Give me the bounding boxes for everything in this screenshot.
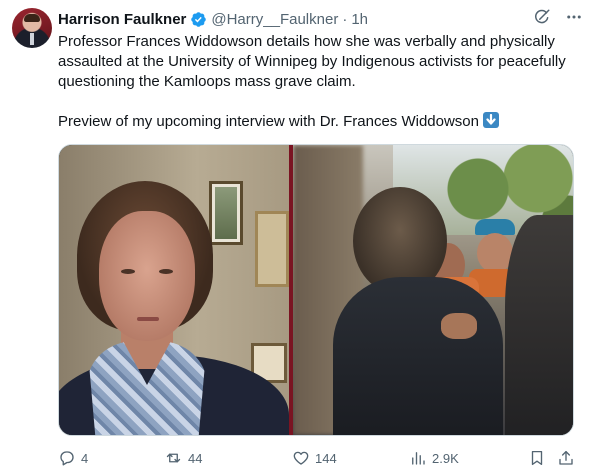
tweet-action-bar: 4 44 144 2.9K [58,448,578,468]
repost-icon [164,449,183,467]
grok-icon[interactable] [533,8,551,26]
tweet-paragraph-text: Preview of my upcoming interview with Dr… [58,113,479,130]
more-options-icon[interactable] [565,8,583,26]
crowd-video-frame [293,145,573,435]
tweet-card[interactable]: Harrison Faulkner @Harry__Faulkner · 1h … [0,0,597,472]
avatar[interactable] [12,8,52,48]
avatar-hair [24,14,40,22]
verified-badge-icon[interactable] [190,11,207,28]
tweet-text: Professor Frances Widdowson details how … [58,32,578,132]
timestamp[interactable]: 1h [351,11,368,28]
reply-count: 4 [81,450,89,466]
like-button[interactable]: 144 [292,448,337,468]
author-handle[interactable]: @Harry__Faulkner [211,11,338,28]
view-count: 2.9K [432,450,459,466]
bookmark-icon [528,449,546,467]
heart-icon [292,449,310,467]
views-button[interactable]: 2.9K [409,448,459,468]
tweet-media[interactable] [58,144,574,436]
separator-dot: · [342,10,348,28]
like-count: 144 [315,450,337,466]
author-name[interactable]: Harrison Faulkner [58,11,186,28]
views-chart-icon [409,449,427,467]
interview-video-frame [59,145,289,435]
repost-count: 44 [188,450,203,466]
header-actions [533,8,583,26]
share-icon [557,449,575,467]
down-arrow-emoji-icon [483,112,500,128]
share-button[interactable] [557,448,575,468]
repost-button[interactable]: 44 [164,448,202,468]
avatar-tie [30,33,34,45]
tweet-paragraph: Preview of my upcoming interview with Dr… [58,112,578,132]
bookmark-button[interactable] [528,448,546,468]
reply-button[interactable]: 4 [58,448,88,468]
reply-icon [58,449,76,467]
tweet-header: Harrison Faulkner @Harry__Faulkner · 1h [58,9,368,29]
tweet-paragraph: Professor Frances Widdowson details how … [58,33,566,90]
